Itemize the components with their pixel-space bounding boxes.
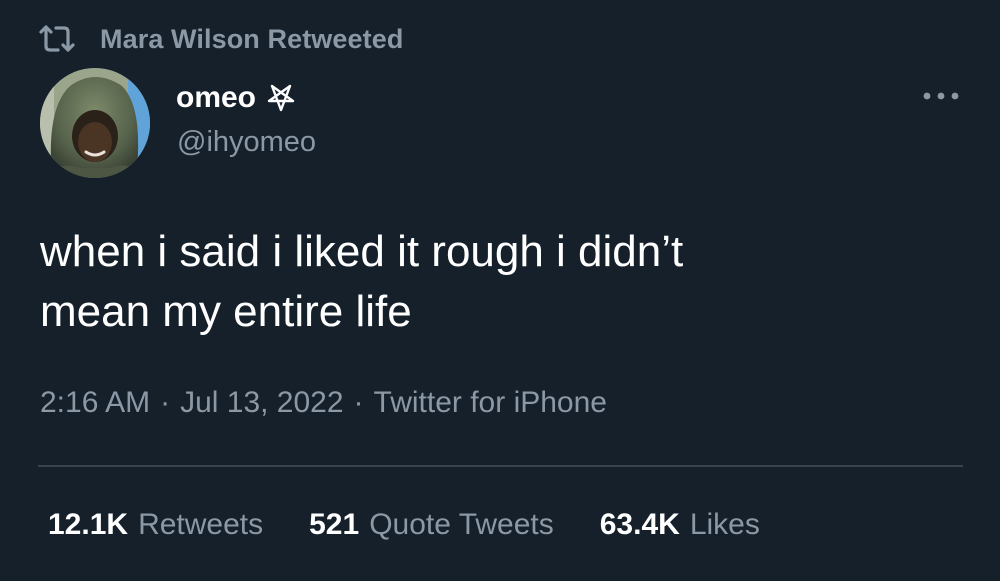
- tweet-date[interactable]: Jul 13, 2022: [180, 386, 343, 419]
- author-handle[interactable]: @ihyomeo: [177, 126, 316, 159]
- tweet-time[interactable]: 2:16 AM: [40, 386, 150, 419]
- likes-label: Likes: [689, 508, 760, 541]
- more-options-button[interactable]: [920, 84, 962, 108]
- quote-tweets-count: 521: [309, 508, 360, 541]
- tweet-meta: 2:16 AM · Jul 13, 2022 · Twitter for iPhone: [40, 386, 607, 420]
- quote-tweets-stat[interactable]: 521 Quote Tweets: [309, 508, 554, 542]
- tweet-source[interactable]: Twitter for iPhone: [374, 386, 607, 419]
- author-display-name[interactable]: omeo: [176, 81, 256, 115]
- retweets-count: 12.1K: [48, 508, 129, 541]
- tweet-text: when i said i liked it rough i didn’t me…: [40, 227, 684, 336]
- retweet-context[interactable]: Mara Wilson Retweeted: [38, 22, 403, 56]
- retweets-label: Retweets: [138, 508, 264, 541]
- retweet-icon: [38, 24, 76, 54]
- quote-tweets-label: Quote Tweets: [369, 508, 554, 541]
- divider: [38, 465, 963, 467]
- meta-separator: ·: [160, 386, 171, 419]
- meta-separator: ·: [353, 386, 364, 419]
- author-name-row[interactable]: omeo: [176, 80, 296, 116]
- avatar[interactable]: [40, 68, 150, 178]
- likes-stat[interactable]: 63.4K Likes: [600, 508, 760, 542]
- more-options-icon: [923, 92, 959, 100]
- likes-count: 63.4K: [599, 508, 680, 541]
- retweets-stat[interactable]: 12.1K Retweets: [48, 508, 263, 542]
- tweet-stats: 12.1K Retweets 521 Quote Tweets 63.4K Li…: [48, 508, 760, 542]
- pentagram-icon: [266, 83, 296, 113]
- hooded-person-avatar: [40, 68, 150, 178]
- retweeted-by-label: Mara Wilson Retweeted: [100, 23, 404, 54]
